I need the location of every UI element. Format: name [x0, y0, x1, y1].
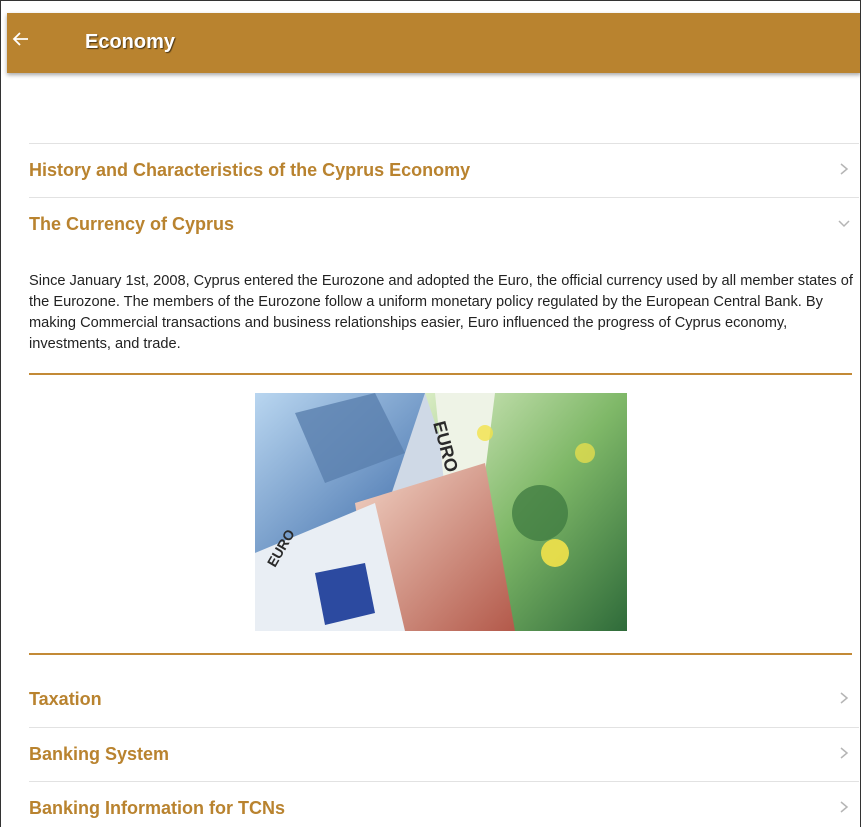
chevron-right-icon — [840, 747, 849, 759]
chevron-right-icon — [840, 163, 849, 175]
section-banking-tcns[interactable]: Banking Information for TCNs — [29, 781, 859, 827]
chevron-right-icon — [840, 692, 849, 704]
section-banking-system[interactable]: Banking System — [29, 727, 859, 782]
section-label: History and Characteristics of the Cypru… — [29, 160, 471, 180]
section-history[interactable]: History and Characteristics of the Cypru… — [29, 143, 859, 198]
section-currency[interactable]: The Currency of Cyprus — [29, 197, 859, 252]
divider — [29, 653, 852, 655]
section-taxation[interactable]: Taxation — [29, 673, 859, 727]
back-arrow-icon[interactable] — [11, 29, 39, 57]
section-label: Banking Information for TCNs — [29, 798, 285, 818]
divider — [29, 373, 852, 375]
section-label: Banking System — [29, 744, 170, 764]
section-label: Taxation — [29, 689, 102, 709]
chevron-right-icon — [840, 801, 849, 813]
section-label: The Currency of Cyprus — [29, 214, 235, 234]
app-screen: Economy History and Characteristics of t… — [0, 0, 861, 827]
euro-banknotes-image: EURO EURO — [255, 393, 627, 631]
app-bar: Economy — [7, 13, 860, 73]
currency-description: Since January 1st, 2008, Cyprus entered … — [29, 273, 853, 352]
page-title: Economy — [85, 31, 176, 53]
chevron-down-icon — [838, 220, 850, 228]
